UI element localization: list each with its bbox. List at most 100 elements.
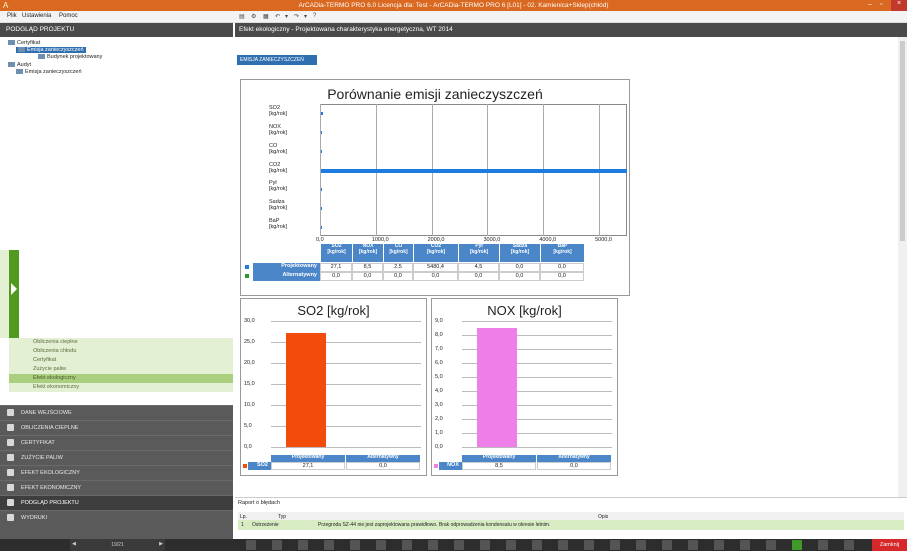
- tree-item-certyfikat[interactable]: Certyfikat: [8, 40, 40, 46]
- y-tick-label: 1,0: [435, 430, 443, 436]
- gridline: [462, 447, 612, 448]
- y-tick-label: 0,0: [244, 444, 252, 450]
- prev-page-icon[interactable]: ◀: [72, 541, 76, 547]
- subnav-obliczenia-cieplne[interactable]: Obliczenia ciepłne: [9, 338, 233, 347]
- toolbar-icon[interactable]: [688, 540, 698, 550]
- subnav-efekt-ekonomiczny[interactable]: Efekt ekonomiczny: [9, 383, 233, 392]
- nav-certyfikat[interactable]: CERTYFIKAT: [0, 435, 233, 450]
- toolbar-icon[interactable]: [428, 540, 438, 550]
- save-icon[interactable]: ▤: [239, 13, 245, 20]
- table-value-cell: 0,0: [540, 272, 584, 281]
- nav-zuzycie-paliw[interactable]: ZUŻYCIE PALIW: [0, 450, 233, 465]
- toolbar-icon[interactable]: [532, 540, 542, 550]
- close-app-button[interactable]: Zamknij: [872, 539, 907, 551]
- subnav-zuzycie-paliw[interactable]: Zużycie paliw: [9, 365, 233, 374]
- redo-dropdown-icon[interactable]: ▾: [304, 13, 307, 20]
- toolbar-icon[interactable]: [376, 540, 386, 550]
- toolbar-icon[interactable]: [610, 540, 620, 550]
- next-page-icon[interactable]: ▶: [159, 541, 163, 547]
- bar-projektowany: [321, 187, 322, 191]
- table-value-cell: 0,0: [499, 263, 540, 272]
- minimize-button[interactable]: –: [868, 1, 872, 8]
- toolbar-icon[interactable]: [584, 540, 594, 550]
- toolbar-icon[interactable]: [246, 540, 256, 550]
- bottom-bar: ◀ 19/21 ▶ Zamknij: [0, 539, 907, 551]
- x-tick-label: 4000,0: [539, 237, 557, 243]
- so2-chart-title: SO2 [kg/rok]: [297, 303, 370, 318]
- table-value-cell: 0,0: [383, 272, 413, 281]
- menu-settings[interactable]: Ustawienia: [22, 13, 51, 19]
- subnav-obliczenia-chlodu[interactable]: Obliczenia chłodu: [9, 347, 233, 356]
- subnav-efekt-ekologiczny[interactable]: Efekt ekologiczny: [9, 374, 233, 383]
- nav-dane-wejsciowe[interactable]: DANE WEJŚCIOWE: [0, 405, 233, 420]
- toolbar-icon[interactable]: [740, 540, 750, 550]
- y-tick-label: 3,0: [435, 402, 443, 408]
- header-unit: [kg/rok]: [358, 248, 378, 255]
- x-tick-label: 0,0: [316, 237, 324, 243]
- tree-item-emisja-selected[interactable]: Emisja zanieczyszczeń: [16, 47, 86, 53]
- toolbar-icon[interactable]: [298, 540, 308, 550]
- tab-emisja[interactable]: EMISJA ZANIECZYSZCZEŃ: [237, 55, 317, 65]
- nav-obliczenia-cieplne[interactable]: OBLICZENIA CIEPLNE: [0, 420, 233, 435]
- calc-icon: [7, 424, 14, 431]
- tree-item-budynek[interactable]: Budynek projektowany: [38, 54, 102, 60]
- nav-wydruki[interactable]: WYDRUKI: [0, 510, 233, 539]
- toolbar-icon[interactable]: [402, 540, 412, 550]
- toolbar-icon[interactable]: [818, 540, 828, 550]
- undo-dropdown-icon[interactable]: ▾: [285, 13, 288, 20]
- toolbar-icon[interactable]: [454, 540, 464, 550]
- table-value-cell: 0,0: [499, 272, 540, 281]
- vertical-scrollbar[interactable]: [898, 37, 907, 497]
- print-icon[interactable]: ▦: [263, 13, 269, 20]
- toolbar-icon[interactable]: [350, 540, 360, 550]
- redo-icon[interactable]: ↷: [294, 13, 299, 20]
- close-button[interactable]: ×: [891, 0, 907, 11]
- table-header-cell: SO2 [kg/rok]: [321, 243, 352, 262]
- header-unit: [kg/rok]: [510, 248, 530, 255]
- tree-item-emisja-audyt[interactable]: Emisja zanieczyszczeń: [16, 69, 82, 75]
- toolbar-icon[interactable]: [636, 540, 646, 550]
- y-category-unit: [kg/rok]: [269, 111, 288, 117]
- y-tick-label: 4,0: [435, 388, 443, 394]
- report-row[interactable]: 1 Ostrzeżenie Przegroda SZ-44 nie jest z…: [238, 520, 904, 530]
- subnav-certyfikat[interactable]: Certyfikat: [9, 356, 233, 365]
- nav-efekt-ekonomiczny[interactable]: EFEKT EKONOMICZNY: [0, 480, 233, 495]
- report-row-lp: 1: [241, 522, 244, 528]
- help-icon[interactable]: ?: [313, 13, 316, 19]
- toolbar-icon[interactable]: [558, 540, 568, 550]
- bar-projektowany: [321, 169, 627, 173]
- menu-bar: Plik Ustawienia Pomoc ▤ ⚙ ▦ ↶ ▾ ↷ ▾ ?: [0, 11, 907, 23]
- table-header-cell: Projektowany: [271, 454, 345, 462]
- folder-icon: [8, 40, 15, 46]
- expand-arrow-icon[interactable]: [11, 283, 17, 295]
- toolbar-icon[interactable]: [714, 540, 724, 550]
- bar-projektowany: [321, 225, 322, 229]
- header-unit: [kg/rok]: [469, 248, 489, 255]
- nav-podglad-projektu[interactable]: PODGLĄD PROJEKTU: [0, 495, 233, 510]
- comparison-chart: Porównanie emisji zanieczyszczeń 0,0 1000…: [240, 79, 630, 296]
- tree-item-audyt[interactable]: Audyt: [8, 62, 31, 68]
- table-value-cell: 0,0: [540, 263, 584, 272]
- toolbar-icon[interactable]: [766, 540, 776, 550]
- bar-value: [286, 333, 326, 447]
- toolbar-icon[interactable]: [662, 540, 672, 550]
- scrollbar-thumb[interactable]: [900, 41, 905, 241]
- coin-icon: [7, 484, 14, 491]
- toolbar-icon[interactable]: [480, 540, 490, 550]
- nav-efekt-ekologiczny[interactable]: EFEKT EKOLOGICZNY: [0, 465, 233, 480]
- toolbar-icon[interactable]: [324, 540, 334, 550]
- table-header-cell: Alternatywny: [346, 454, 420, 462]
- toolbar-icon[interactable]: [506, 540, 516, 550]
- toolbar-icon[interactable]: [272, 540, 282, 550]
- leaf-icon: [7, 469, 14, 476]
- toolbar-icon[interactable]: [844, 540, 854, 550]
- table-header-cell: CO2 [kg/rok]: [414, 243, 458, 262]
- table-header-cell: Projektowany: [462, 454, 536, 462]
- toolbar-icon[interactable]: [792, 540, 802, 550]
- maximize-button[interactable]: ▫: [880, 1, 882, 8]
- menu-help[interactable]: Pomoc: [59, 13, 78, 19]
- bar-projektowany: [321, 112, 323, 116]
- menu-file[interactable]: Plik: [7, 13, 17, 19]
- undo-icon[interactable]: ↶: [275, 13, 280, 20]
- settings-icon[interactable]: ⚙: [251, 13, 256, 20]
